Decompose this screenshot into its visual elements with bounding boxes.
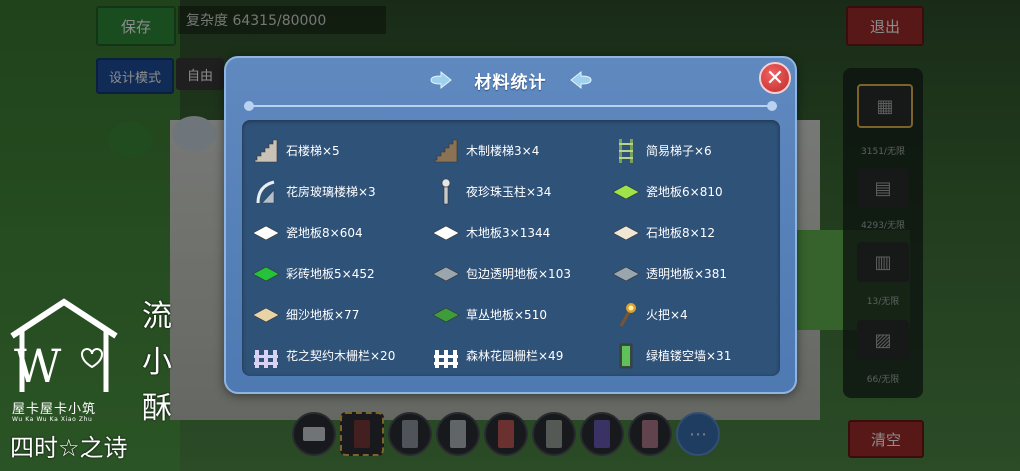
material-label: 火把×4 (646, 308, 688, 322)
material-item: 彩砖地板5×452 (252, 253, 432, 294)
watermark-char-3: 酥 (142, 391, 172, 426)
material-item: 瓷地板6×810 (612, 171, 782, 212)
pearl-pillar-icon (432, 178, 460, 206)
ornament-left-icon (429, 70, 452, 90)
material-label: 透明地板×381 (646, 267, 727, 281)
material-list: 石楼梯×5 木制楼梯3×4 简易梯子×6 花房玻璃楼梯×3 夜珍珠玉柱×34 瓷地板6×8… (242, 120, 780, 376)
material-item: 石楼梯×5 (252, 130, 432, 171)
close-button[interactable]: ✕ (759, 62, 791, 94)
material-item: 简易梯子×6 (612, 130, 782, 171)
ornament-right-icon (569, 70, 592, 90)
material-item: 透明地板×381 (612, 253, 782, 294)
material-label: 木制楼梯3×4 (466, 144, 540, 158)
material-item: 森林花园栅栏×49 (432, 335, 612, 376)
material-label: 森林花园栅栏×49 (466, 349, 564, 363)
material-item: 草丛地板×510 (432, 294, 612, 335)
dialog-title: 材料统计 (474, 72, 547, 93)
glass-stairs-icon (252, 178, 280, 206)
dialog-header: 材料统计 (226, 64, 795, 96)
tile-floor-icon (612, 219, 640, 247)
material-label: 草丛地板×510 (466, 308, 547, 322)
tile-floor-icon (432, 260, 460, 288)
wood-stairs-icon (432, 137, 460, 165)
material-label: 包边透明地板×103 (466, 267, 571, 281)
material-label: 石地板8×12 (646, 226, 715, 240)
watermark-brand-sub: Wu Ka Wu Ka Xiao Zhu (12, 416, 93, 423)
watermark-char-2: 小 (142, 345, 172, 380)
material-item: 花之契约木栅栏×20 (252, 335, 432, 376)
material-item: 木制楼梯3×4 (432, 130, 612, 171)
material-item: 夜珍珠玉柱×34 (432, 171, 612, 212)
material-item: 绿植镂空墙×31 (612, 335, 782, 376)
watermark-char-1: 流 (142, 299, 172, 334)
torch-icon (612, 301, 640, 329)
material-label: 简易梯子×6 (646, 144, 712, 158)
watermark-poem: 四时☆之诗 (10, 434, 128, 462)
material-item: 细沙地板×77 (252, 294, 432, 335)
material-item: 火把×4 (612, 294, 782, 335)
tile-floor-icon (432, 301, 460, 329)
material-label: 花房玻璃楼梯×3 (286, 185, 376, 199)
house-logo-icon: W (10, 298, 118, 393)
header-divider (244, 105, 777, 107)
material-stats-dialog: 材料统计 ✕ 石楼梯×5 木制楼梯3×4 简易梯子×6 花房玻璃楼梯×3 夜珍珠玉柱×3… (224, 56, 797, 394)
material-label: 细沙地板×77 (286, 308, 360, 322)
material-label: 绿植镂空墙×31 (646, 349, 732, 363)
fence-icon (252, 342, 280, 370)
material-label: 夜珍珠玉柱×34 (466, 185, 552, 199)
tile-floor-icon (612, 260, 640, 288)
tile-floor-icon (252, 301, 280, 329)
material-item: 瓷地板8×604 (252, 212, 432, 253)
material-label: 彩砖地板5×452 (286, 267, 375, 281)
material-item: 包边透明地板×103 (432, 253, 612, 294)
material-grid: 石楼梯×5 木制楼梯3×4 简易梯子×6 花房玻璃楼梯×3 夜珍珠玉柱×34 瓷地板6×8… (252, 130, 782, 376)
svg-text:W: W (14, 339, 62, 393)
tile-floor-icon (252, 260, 280, 288)
material-item: 木地板3×1344 (432, 212, 612, 253)
tile-floor-icon (432, 219, 460, 247)
material-label: 瓷地板6×810 (646, 185, 723, 199)
fence-icon (432, 342, 460, 370)
stone-stairs-icon (252, 137, 280, 165)
material-item: 石地板8×12 (612, 212, 782, 253)
divider-dot-left (244, 101, 254, 111)
material-label: 木地板3×1344 (466, 226, 551, 240)
watermark-brand: 屋卡屋卡小筑 (12, 402, 97, 417)
material-item: 花房玻璃楼梯×3 (252, 171, 432, 212)
material-label: 花之契约木栅栏×20 (286, 349, 396, 363)
material-label: 石楼梯×5 (286, 144, 340, 158)
material-label: 瓷地板8×604 (286, 226, 363, 240)
tile-floor-icon (612, 178, 640, 206)
divider-dot-right (767, 101, 777, 111)
tile-floor-icon (252, 219, 280, 247)
plant-wall-icon (612, 342, 640, 370)
ladder-icon (612, 137, 640, 165)
